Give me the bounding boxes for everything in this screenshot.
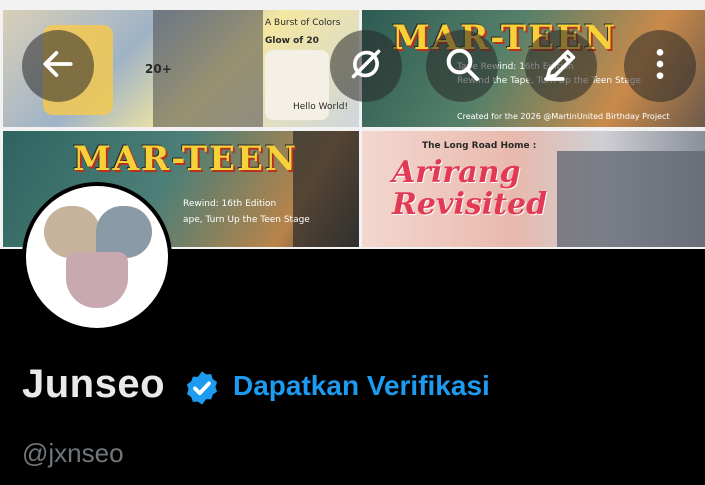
- banner-group-photo: [557, 151, 705, 247]
- display-name: Junseo: [22, 362, 166, 406]
- banner-tile-4: The Long Road Home : Arirang Revisited: [362, 131, 705, 247]
- banner-tile-2-credit: Created for the 2026 @MartinUnited Birth…: [457, 112, 670, 121]
- banner-tile-4-sub: The Long Road Home :: [422, 141, 537, 151]
- banner-tile-3-sub2: ape, Turn Up the Teen Stage: [183, 215, 310, 225]
- banner-portrait-shape: [293, 131, 359, 247]
- verified-badge-icon: [183, 369, 221, 412]
- banner-tile-1-tag: 20+: [145, 62, 172, 76]
- grok-button[interactable]: [330, 30, 402, 102]
- avatar-photo-2: [96, 206, 152, 258]
- avatar-photo-3: [66, 252, 128, 308]
- banner-tile-1-extra: Hello World!: [293, 102, 349, 112]
- banner-tile-4-title: Arirang Revisited: [392, 155, 548, 222]
- avatar-photo-1: [44, 206, 100, 258]
- edit-button[interactable]: [525, 30, 597, 102]
- edit-pencil-icon: [541, 44, 581, 89]
- search-button[interactable]: [426, 30, 498, 102]
- more-vertical-icon: [640, 44, 680, 89]
- more-options-button[interactable]: [624, 30, 696, 102]
- profile-avatar[interactable]: [22, 182, 172, 332]
- banner-tile-1-title: Glow of 20: [265, 36, 319, 46]
- banner-tile-1-sub: A Burst of Colors: [265, 18, 341, 28]
- banner-tile-3-sub: Rewind: 16th Edition: [183, 199, 277, 209]
- grok-icon: [346, 44, 386, 89]
- back-arrow-icon: [39, 45, 77, 88]
- back-button[interactable]: [22, 30, 94, 102]
- profile-handle: @jxnseo: [22, 438, 124, 468]
- get-verified-link[interactable]: Dapatkan Verifikasi: [233, 370, 490, 402]
- banner-tile-3-title: MAR-TEEN: [73, 139, 298, 179]
- search-icon: [442, 44, 482, 89]
